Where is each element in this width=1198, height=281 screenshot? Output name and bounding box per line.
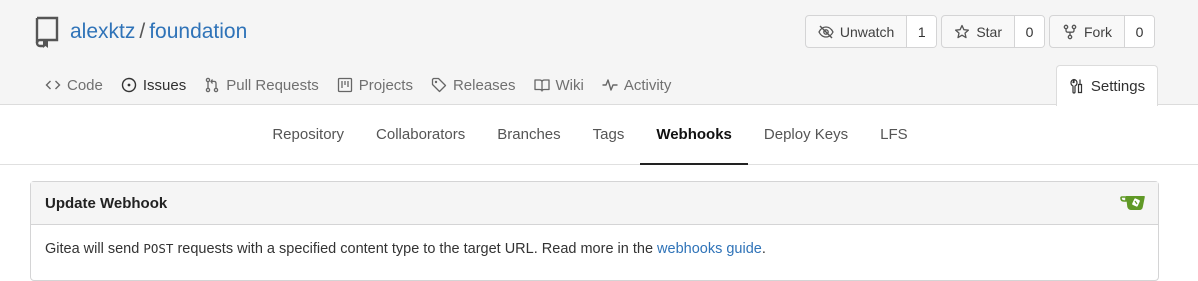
- subnav-branches[interactable]: Branches: [481, 105, 576, 164]
- unwatch-button[interactable]: Unwatch: [806, 16, 906, 47]
- tab-issues-label: Issues: [142, 76, 187, 94]
- desc-text-after: requests with a specified content type t…: [173, 241, 658, 257]
- repo-tabs: Code Issues Pull Requests Projects Relea…: [36, 65, 680, 105]
- update-webhook-panel: Update Webhook Gitea will send POST requ…: [30, 181, 1159, 281]
- settings-subnav: Repository Collaborators Branches Tags W…: [0, 105, 1198, 165]
- panel-title: Update Webhook: [45, 194, 168, 212]
- tab-releases[interactable]: Releases: [422, 65, 525, 105]
- fork-icon: [1063, 24, 1077, 39]
- subnav-tags[interactable]: Tags: [577, 105, 641, 164]
- fork-group: Fork 0: [1049, 15, 1155, 48]
- tools-icon: [1070, 78, 1082, 94]
- pull-request-icon: [205, 77, 219, 93]
- repo-action-buttons: Unwatch 1 Star 0 Fork 0: [804, 15, 1155, 48]
- pulse-icon: [602, 79, 618, 91]
- gitea-logo-icon: [1120, 196, 1145, 210]
- subnav-collaborators[interactable]: Collaborators: [360, 105, 481, 164]
- star-icon: [955, 24, 970, 38]
- tab-issues[interactable]: Issues: [112, 65, 195, 105]
- repo-name-link[interactable]: foundation: [149, 20, 247, 44]
- repo-separator: /: [139, 20, 146, 43]
- star-label: Star: [976, 23, 1002, 40]
- star-button[interactable]: Star: [942, 16, 1014, 47]
- repo-owner-link[interactable]: alexktz: [70, 20, 135, 44]
- tab-projects[interactable]: Projects: [328, 65, 422, 105]
- star-group: Star 0: [941, 15, 1045, 48]
- desc-method-code: POST: [143, 241, 174, 256]
- tab-wiki-label: Wiki: [555, 76, 584, 94]
- desc-text-end: .: [761, 241, 766, 257]
- subnav-repository[interactable]: Repository: [256, 105, 360, 164]
- tab-activity-label: Activity: [623, 76, 672, 94]
- repo-title: alexktz / foundation: [34, 15, 247, 49]
- tab-projects-label: Projects: [358, 76, 413, 94]
- tab-code[interactable]: Code: [36, 65, 112, 105]
- watchers-count[interactable]: 1: [906, 16, 937, 47]
- desc-text-before: Gitea will send: [45, 241, 144, 257]
- book-icon: [533, 79, 550, 92]
- subnav-webhooks[interactable]: Webhooks: [640, 105, 748, 165]
- tab-pull-requests-label: Pull Requests: [226, 76, 319, 94]
- tab-wiki[interactable]: Wiki: [525, 65, 593, 105]
- code-icon: [45, 80, 61, 90]
- stars-count[interactable]: 0: [1014, 16, 1044, 47]
- eye-slash-icon: [818, 25, 834, 38]
- panel-header: Update Webhook: [31, 182, 1158, 225]
- fork-button[interactable]: Fork: [1050, 16, 1124, 47]
- unwatch-group: Unwatch 1: [804, 15, 938, 48]
- tab-releases-label: Releases: [452, 76, 516, 94]
- forks-count[interactable]: 0: [1124, 16, 1154, 47]
- tag-icon: [431, 77, 447, 93]
- tab-pull-requests[interactable]: Pull Requests: [195, 65, 328, 105]
- webhooks-guide-link[interactable]: webhooks guide: [657, 241, 762, 257]
- tab-settings-label: Settings: [1090, 77, 1146, 95]
- unwatch-label: Unwatch: [839, 23, 895, 40]
- project-icon: [337, 77, 352, 93]
- tab-settings[interactable]: Settings: [1056, 65, 1158, 106]
- subnav-lfs[interactable]: LFS: [864, 105, 924, 164]
- tab-activity[interactable]: Activity: [593, 65, 681, 105]
- issue-icon: [121, 77, 137, 93]
- panel-description: Gitea will send POST requests with a spe…: [31, 225, 1158, 273]
- subnav-deploy-keys[interactable]: Deploy Keys: [748, 105, 864, 164]
- repo-header: alexktz / foundation Unwatch 1 Star 0 Fo…: [0, 0, 1198, 106]
- repo-icon: [35, 16, 59, 48]
- fork-label: Fork: [1084, 23, 1112, 40]
- tab-code-label: Code: [67, 76, 103, 94]
